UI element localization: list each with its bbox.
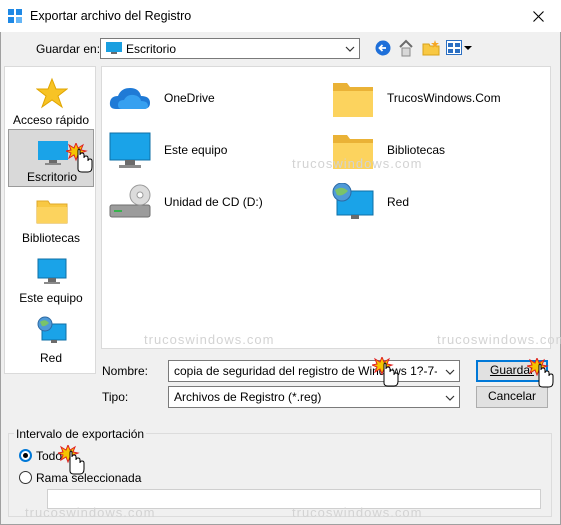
click-cursor-icon xyxy=(66,143,93,173)
list-item[interactable]: Red xyxy=(331,183,541,223)
list-item[interactable]: OneDrive xyxy=(108,79,308,119)
view-menu-icon[interactable] xyxy=(446,40,472,56)
title-bar[interactable]: Exportar archivo del Registro xyxy=(0,0,561,32)
save-in-dropdown[interactable]: Escritorio xyxy=(100,38,360,59)
place-quick-access[interactable]: Acceso rápido xyxy=(8,71,94,129)
place-libraries[interactable]: Bibliotecas xyxy=(8,189,94,247)
folder-icon xyxy=(36,200,68,224)
place-label: Este equipo xyxy=(19,291,83,305)
save-in-label: Guardar en: xyxy=(36,42,101,56)
places-bar: Acceso rápido Escritorio Bibliotecas Est… xyxy=(4,66,96,374)
cloud-icon xyxy=(109,88,150,109)
close-button[interactable] xyxy=(515,0,561,32)
filename-label: Nombre: xyxy=(102,364,149,378)
place-label: Red xyxy=(39,351,62,365)
file-name: Unidad de CD (D:) xyxy=(164,195,263,209)
file-list[interactable]: OneDrive TrucosWindows.Com Este equipo B… xyxy=(101,66,551,349)
filetype-dropdown[interactable]: Archivos de Registro (*.reg) xyxy=(168,386,460,408)
radio-branch-label[interactable]: Rama seleccionada xyxy=(36,471,141,485)
file-name: TrucosWindows.Com xyxy=(387,91,501,105)
folder-icon xyxy=(333,83,373,117)
click-cursor-icon xyxy=(372,357,399,387)
watermark: trucoswindows.com xyxy=(292,505,423,520)
window-title: Exportar archivo del Registro xyxy=(30,9,192,23)
list-item[interactable]: Unidad de CD (D:) xyxy=(108,183,308,223)
filename-input[interactable]: copia de seguridad del registro de Windo… xyxy=(168,360,460,382)
chevron-down-icon[interactable] xyxy=(445,368,455,376)
computer-icon xyxy=(37,258,67,284)
file-name: Este equipo xyxy=(164,143,228,157)
close-icon xyxy=(532,10,544,22)
back-icon[interactable] xyxy=(375,40,391,56)
network-icon xyxy=(37,316,67,343)
star-icon xyxy=(36,77,68,109)
desktop-icon xyxy=(38,141,68,165)
list-item[interactable]: Este equipo xyxy=(108,131,308,171)
place-network[interactable]: Red xyxy=(8,309,94,367)
radio-selected-branch[interactable] xyxy=(19,471,32,484)
computer-icon xyxy=(109,132,151,168)
cancel-button-label: Cancelar xyxy=(487,389,537,403)
watermark: trucoswindows.com xyxy=(144,332,275,347)
desktop-icon xyxy=(106,42,122,54)
place-label: Acceso rápido xyxy=(12,113,90,127)
file-name: Red xyxy=(387,195,410,209)
export-range-title: Intervalo de exportación xyxy=(14,427,147,441)
filetype-value: Archivos de Registro (*.reg) xyxy=(174,390,322,404)
click-cursor-icon xyxy=(58,445,85,475)
network-icon xyxy=(332,183,374,219)
new-folder-icon[interactable] xyxy=(422,40,440,56)
radio-all[interactable] xyxy=(19,449,32,462)
file-name: OneDrive xyxy=(164,91,215,105)
filetype-label: Tipo: xyxy=(102,390,129,404)
watermark: trucoswindows.com xyxy=(292,156,423,171)
cancel-button[interactable]: Cancelar xyxy=(476,386,548,408)
up-folder-icon[interactable] xyxy=(398,39,414,57)
chevron-down-icon xyxy=(445,395,455,401)
watermark: trucoswindows.com xyxy=(25,505,156,520)
list-item[interactable]: TrucosWindows.Com xyxy=(331,79,541,119)
registry-app-icon xyxy=(8,9,22,23)
chevron-down-icon xyxy=(345,46,355,52)
click-cursor-icon xyxy=(527,358,554,388)
place-label: Bibliotecas xyxy=(21,231,81,245)
watermark: trucoswindows.com xyxy=(437,332,561,347)
save-in-value: Escritorio xyxy=(126,42,177,56)
cd-drive-icon xyxy=(109,184,151,218)
place-this-pc[interactable]: Este equipo xyxy=(8,249,94,307)
file-name: Bibliotecas xyxy=(387,143,446,157)
